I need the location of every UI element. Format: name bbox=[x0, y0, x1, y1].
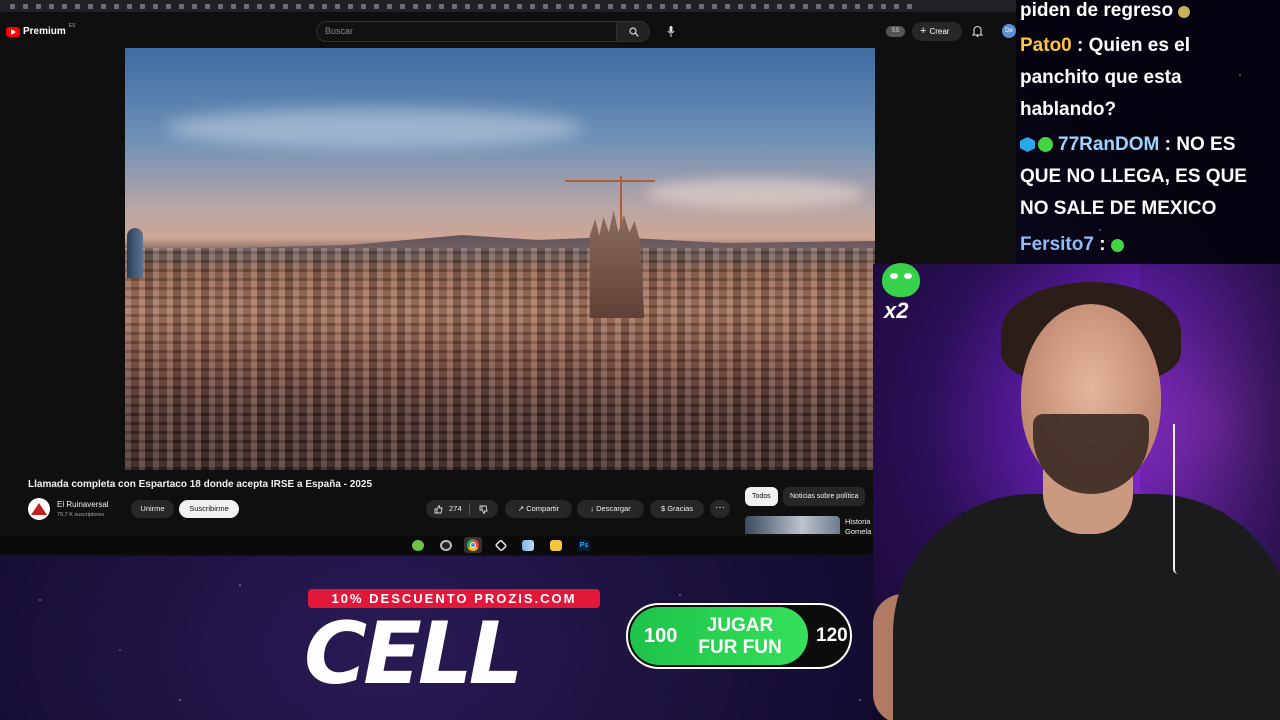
like-count: 274 bbox=[449, 504, 462, 513]
chat-line: NO SALE DE MEXICO bbox=[1020, 193, 1216, 225]
share-label: Compartir bbox=[526, 504, 560, 513]
taskbar bbox=[0, 536, 1016, 554]
user-avatar[interactable]: De bbox=[1002, 24, 1016, 38]
notifications-bell-icon[interactable] bbox=[972, 25, 983, 37]
search-input[interactable]: Buscar bbox=[316, 21, 616, 42]
thumbs-up-icon[interactable] bbox=[434, 505, 443, 514]
basilica-building bbox=[589, 210, 645, 318]
chat-text: : Quien es el bbox=[1077, 35, 1191, 56]
share-button[interactable]: ↗ Compartir bbox=[505, 500, 572, 518]
sky-cloud bbox=[645, 178, 865, 208]
divider bbox=[469, 503, 470, 515]
emote-body bbox=[882, 263, 920, 297]
create-label: Crear bbox=[929, 27, 950, 36]
microphone-icon bbox=[667, 26, 675, 37]
country-code: ES bbox=[68, 22, 76, 29]
chat-text: hablando? bbox=[1020, 99, 1117, 120]
download-label: Descargar bbox=[596, 504, 631, 513]
chat-username[interactable]: Pato0 bbox=[1020, 35, 1072, 56]
channel-name[interactable]: El Ruinaversal bbox=[57, 500, 109, 509]
chat-text: NO SALE DE MEXICO bbox=[1020, 198, 1217, 219]
browser-tab-strip[interactable] bbox=[0, 0, 1016, 12]
game-promo-text: JUGAR FUR FUN bbox=[698, 615, 782, 658]
chrome-icon[interactable] bbox=[464, 537, 482, 553]
badge-emote-icon bbox=[1038, 137, 1053, 152]
thumbs-down-icon[interactable] bbox=[479, 505, 488, 514]
chip-all[interactable]: Todos bbox=[745, 487, 778, 506]
chat-line: panchito que esta bbox=[1020, 62, 1182, 94]
more-actions-button[interactable]: ··· bbox=[710, 500, 730, 518]
emote-icon bbox=[1110, 239, 1124, 252]
chat-line: 77RanDOM : NO ES bbox=[1020, 129, 1235, 161]
tower-building bbox=[127, 228, 143, 278]
app-icon[interactable] bbox=[522, 540, 534, 551]
stream-layout: Premium ES Buscar SS + Crear De Llamada c… bbox=[0, 0, 1280, 720]
search-button[interactable] bbox=[616, 21, 650, 42]
youtube-logo[interactable]: Premium ES bbox=[6, 22, 76, 37]
recommended-thumbnail[interactable] bbox=[745, 516, 840, 534]
green-emote-icon bbox=[880, 263, 922, 301]
chat-text: QUE NO LLEGA, ES QUE bbox=[1020, 166, 1247, 187]
create-button[interactable]: + Crear bbox=[912, 22, 962, 41]
subscribe-button[interactable]: Suscribirme bbox=[179, 500, 239, 518]
share-icon: ↗ bbox=[517, 504, 527, 513]
crane-arm bbox=[565, 180, 655, 182]
android-icon[interactable] bbox=[412, 540, 424, 551]
chat-username[interactable]: Fersito7 bbox=[1020, 234, 1094, 255]
game-promo-banner: 100 JUGAR FUR FUN 120 bbox=[626, 603, 852, 669]
subscriber-count: 79,7 K suscriptores bbox=[57, 512, 105, 518]
plus-icon: + bbox=[920, 25, 927, 37]
chat-line: hablando? bbox=[1020, 94, 1116, 126]
folder-icon[interactable] bbox=[550, 540, 562, 551]
chat-line: QUE NO LLEGA, ES QUE bbox=[1020, 161, 1247, 193]
chat-text: panchito que esta bbox=[1020, 67, 1182, 88]
chat-line: piden de regreso bbox=[1020, 0, 1191, 27]
sponsor-logo: CELL bbox=[304, 604, 523, 704]
sky-cloud bbox=[165, 108, 585, 148]
emote-eye bbox=[904, 273, 912, 279]
youtube-window: Premium ES Buscar SS + Crear De Llamada c… bbox=[0, 0, 1016, 556]
recommended-title[interactable]: Historia Gomela bbox=[845, 517, 875, 534]
chat-text: : bbox=[1099, 234, 1106, 255]
city-buildings bbox=[125, 248, 875, 470]
channel-avatar[interactable] bbox=[28, 498, 50, 520]
thanks-button[interactable]: $ Gracias bbox=[650, 500, 704, 518]
photoshop-icon[interactable]: Ps bbox=[578, 540, 590, 551]
youtube-play-icon bbox=[6, 26, 20, 37]
earbud-cable bbox=[1173, 424, 1178, 574]
chat-line: Pato0 : Quien es el bbox=[1020, 30, 1190, 62]
video-title: Llamada completa con Espartaco 18 donde … bbox=[28, 479, 373, 490]
premium-label: Premium bbox=[23, 26, 66, 37]
video-player[interactable] bbox=[125, 48, 875, 470]
search-icon bbox=[629, 27, 639, 37]
obs-icon[interactable] bbox=[440, 540, 452, 551]
stream-chat: piden de regreso Pato0 : Quien es el pan… bbox=[1018, 0, 1280, 262]
chat-username[interactable]: 77RanDOM bbox=[1058, 134, 1159, 155]
multiplier-label: x2 bbox=[884, 298, 909, 323]
emote-eye bbox=[890, 273, 898, 279]
chat-line: Fersito7 : bbox=[1020, 229, 1124, 261]
webcam-feed bbox=[873, 264, 1280, 720]
join-button[interactable]: Unirme bbox=[131, 500, 174, 518]
account-badge[interactable]: SS bbox=[886, 26, 905, 37]
download-button[interactable]: ↓ Descargar bbox=[577, 500, 644, 518]
thanks-label: Gracias bbox=[667, 504, 694, 513]
emote-icon bbox=[1178, 6, 1191, 18]
chat-text: : NO ES bbox=[1164, 134, 1236, 155]
voice-search-button[interactable] bbox=[660, 21, 682, 42]
like-dislike-group: 274 bbox=[426, 500, 498, 518]
game-promo-pill: 100 JUGAR FUR FUN bbox=[630, 607, 808, 665]
chat-text: piden de regreso bbox=[1020, 0, 1174, 21]
game-right-value: 120 bbox=[816, 625, 848, 646]
cube-badge-icon bbox=[1020, 137, 1035, 152]
search-placeholder: Buscar bbox=[325, 26, 354, 36]
chip-politics-news[interactable]: Noticias sobre política bbox=[783, 487, 866, 506]
game-left-value: 100 bbox=[644, 625, 678, 647]
